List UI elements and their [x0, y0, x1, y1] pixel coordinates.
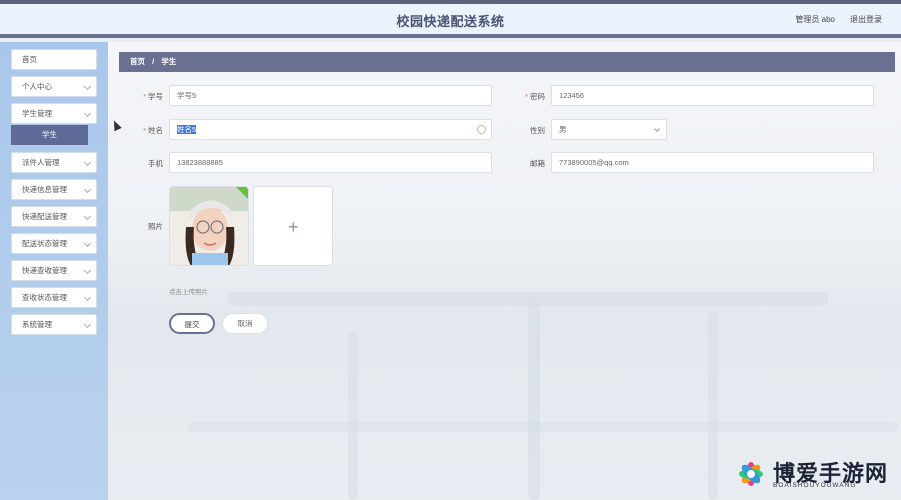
- app-header: 校园快递配送系统 管理员 abo 退出登录: [0, 4, 901, 38]
- flower-logo-icon: [739, 462, 763, 486]
- logout-link[interactable]: 退出登录: [850, 14, 882, 25]
- sidebar-subitem-student[interactable]: 学生: [11, 125, 88, 145]
- name-input[interactable]: 姓名5: [169, 119, 492, 140]
- gender-select[interactable]: 男: [551, 119, 667, 140]
- current-user: 管理员 abo: [795, 15, 835, 24]
- breadcrumb-separator: /: [152, 57, 155, 66]
- sidebar-item-receipt[interactable]: 快递查收管理: [11, 260, 97, 281]
- chevron-down-icon: [83, 320, 92, 329]
- uploaded-photo[interactable]: [169, 186, 249, 266]
- sidebar-item-parcel-info[interactable]: 快递信息管理: [11, 179, 97, 200]
- background-blur: [188, 422, 898, 432]
- photo-label: 照片: [148, 222, 163, 231]
- chevron-down-icon: [83, 212, 92, 221]
- sidebar-item-couriers[interactable]: 派件人管理: [11, 152, 97, 173]
- chevron-down-icon: [83, 266, 92, 275]
- background-blur: [708, 312, 718, 500]
- sidebar-item-students[interactable]: 学生管理: [11, 103, 97, 124]
- phone-input[interactable]: 13823888885: [169, 152, 492, 173]
- sidebar-item-profile[interactable]: 个人中心: [11, 76, 97, 97]
- student-id-label: * 学号: [143, 92, 163, 101]
- breadcrumb: 首页 / 学生: [119, 52, 895, 72]
- breadcrumb-current: 学生: [161, 57, 177, 66]
- upload-hint: 点击上传照片: [169, 289, 208, 296]
- email-input[interactable]: 773890005@qq.com: [551, 152, 874, 173]
- sidebar-item-delivery-status[interactable]: 配送状态管理: [11, 233, 97, 254]
- phone-label: 手机: [148, 159, 163, 168]
- chevron-down-icon: [83, 158, 92, 167]
- chevron-down-icon: [83, 109, 92, 118]
- email-label: 邮箱: [530, 159, 545, 168]
- sidebar-item-receipt-status[interactable]: 查收状态管理: [11, 287, 97, 308]
- submit-button[interactable]: 提交: [169, 313, 215, 334]
- check-circle-icon: [477, 125, 486, 134]
- chevron-down-icon: [654, 126, 660, 132]
- photo-avatar-image: [170, 187, 248, 265]
- password-input[interactable]: 123456: [551, 85, 874, 106]
- watermark-subtext: BOAISHOUYOUWANG: [773, 482, 857, 489]
- sidebar-item-system[interactable]: 系统管理: [11, 314, 97, 335]
- cancel-button[interactable]: 取消: [222, 313, 268, 334]
- main-content: 首页 / 学生 * 学号 学号5 * 密码 123456 * 姓名 姓名5 性别 男 …: [108, 42, 901, 500]
- breadcrumb-home[interactable]: 首页: [130, 57, 145, 66]
- background-blur: [348, 332, 358, 500]
- chevron-down-icon: [83, 185, 92, 194]
- watermark: 博爱手游网 BOAISHOUYOUWANG: [733, 454, 893, 494]
- chevron-down-icon: [83, 82, 92, 91]
- sidebar-item-home[interactable]: 首页: [11, 49, 97, 70]
- sidebar: 首页 个人中心 学生管理 学生 派件人管理 快递信息管理 快递配送管理 配送状态…: [0, 42, 108, 500]
- student-id-input[interactable]: 学号5: [169, 85, 492, 106]
- chevron-down-icon: [83, 293, 92, 302]
- background-blur: [528, 302, 540, 500]
- app-title: 校园快递配送系统: [396, 14, 505, 29]
- chevron-down-icon: [83, 239, 92, 248]
- gender-label: 性别: [530, 126, 545, 135]
- plus-icon: +: [288, 217, 299, 237]
- sidebar-item-delivery[interactable]: 快递配送管理: [11, 206, 97, 227]
- password-label: * 密码: [525, 92, 545, 101]
- photo-upload-button[interactable]: +: [253, 186, 333, 266]
